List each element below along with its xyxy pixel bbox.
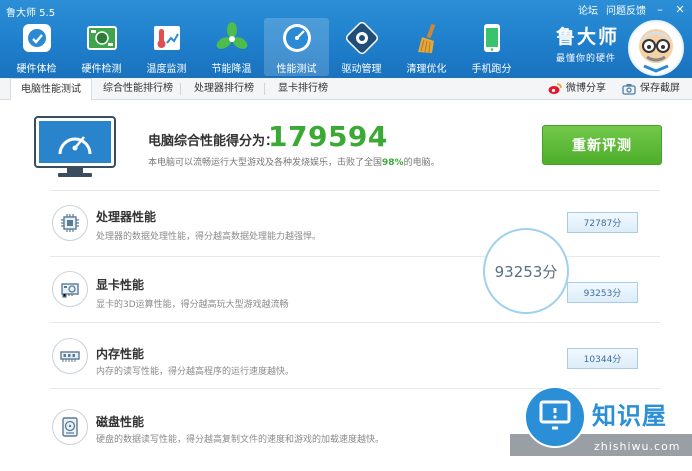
nav-performance-test[interactable]: 性能测试: [264, 18, 329, 76]
tab-gpu-ranking[interactable]: 显卡排行榜: [268, 78, 338, 100]
hardware-check-icon: [19, 20, 55, 56]
watermark-title: 知识屋: [592, 402, 667, 430]
camera-icon: [622, 84, 636, 95]
nav-temperature[interactable]: 温度监测: [134, 18, 199, 76]
cpu-chip-icon: [52, 205, 88, 241]
gpu-score-badge[interactable]: 93253分: [567, 282, 638, 303]
brand: 鲁大师 最懂你的硬件: [556, 22, 619, 64]
disk-performance-title: 磁盘性能: [96, 415, 145, 429]
weibo-share-button[interactable]: 微博分享: [548, 78, 606, 100]
gpu-performance-desc: 显卡的3D运算性能，得分越高玩大型游戏越流畅: [96, 300, 289, 310]
memory-performance-desc: 内存的读写性能，得分越高程序的运行速度越快。: [96, 367, 295, 377]
tab-separator: [264, 83, 265, 95]
row-divider: [50, 190, 660, 191]
nav-hardware-detect[interactable]: 硬件检测: [69, 18, 134, 76]
tab-overall-ranking[interactable]: 综合性能排行榜: [96, 78, 180, 100]
save-label: 保存截屏: [640, 83, 680, 94]
nav-label: 驱动管理: [341, 64, 382, 75]
broom-icon: [409, 20, 445, 56]
retest-button[interactable]: 重新评测: [542, 125, 662, 165]
nav-label: 性能测试: [276, 64, 317, 75]
tab-cpu-ranking[interactable]: 处理器排行榜: [184, 78, 264, 100]
nav-label: 硬件体检: [16, 64, 57, 75]
disk-performance-desc: 硬盘的数据读写性能，得分越高复制文件的速度和游戏的加载速度越快。: [96, 435, 385, 445]
brand-slogan: 最懂你的硬件: [556, 54, 617, 64]
nav-hardware-check[interactable]: 硬件体检: [4, 18, 69, 76]
app-window: 鲁大师 5.5 论坛 问题反馈 – ✕ 硬件体检 硬件检测 温度监测 节能降温 …: [0, 0, 692, 471]
memory-score-badge[interactable]: 10344分: [567, 348, 638, 369]
nav-label: 温度监测: [146, 64, 187, 75]
close-button[interactable]: ✕: [674, 3, 686, 16]
nav-label: 硬件检测: [81, 64, 122, 75]
hard-disk-icon: [52, 409, 88, 445]
monitor-gauge-icon: [34, 116, 116, 184]
forum-link[interactable]: 论坛: [578, 2, 598, 17]
memory-performance-title: 内存性能: [96, 347, 145, 361]
tab-pc-performance[interactable]: 电脑性能测试: [10, 78, 92, 101]
thermometer-icon: [149, 20, 185, 56]
watermark-url: zhishiwu.com: [594, 440, 681, 453]
row-divider: [50, 322, 660, 323]
feedback-link[interactable]: 问题反馈: [606, 2, 646, 17]
graphics-card-icon: [52, 271, 88, 307]
score-bubble: 93253分: [483, 228, 569, 314]
minimize-button[interactable]: –: [654, 3, 666, 16]
nav-driver-manage[interactable]: 驱动管理: [329, 18, 394, 76]
score-description: 本电脑可以流畅运行大型游戏及各种发烧娱乐，击败了全国98%的电脑。: [148, 155, 440, 168]
nav-cleanup[interactable]: 清理优化: [394, 18, 459, 76]
gear-driver-icon: [344, 20, 380, 56]
header-bar: 鲁大师 5.5 论坛 问题反馈 – ✕ 硬件体检 硬件检测 温度监测 节能降温 …: [0, 0, 692, 78]
phone-icon: [474, 20, 510, 56]
watermark-logo-icon: [524, 386, 586, 448]
app-title: 鲁大师 5.5: [6, 8, 56, 19]
score-label: 电脑综合性能得分为：: [148, 134, 279, 149]
main-nav: 硬件体检 硬件检测 温度监测 节能降温 性能测试 驱动管理 清理优化 手机跑分: [4, 18, 524, 76]
cpu-performance-desc: 处理器的数据处理性能，得分越高数据处理能力越强悍。: [96, 232, 322, 242]
nav-label: 手机跑分: [471, 64, 512, 75]
nav-power-saving[interactable]: 节能降温: [199, 18, 264, 76]
share-label: 微博分享: [566, 83, 606, 94]
circuit-board-icon: [84, 20, 120, 56]
window-links: 论坛 问题反馈 – ✕: [578, 2, 686, 17]
score-desc-prefix: 本电脑可以流畅运行大型游戏及各种发烧娱乐，击败了全国: [148, 158, 383, 168]
cpu-score-badge[interactable]: 72787分: [567, 212, 638, 233]
total-score: 179594: [268, 120, 388, 153]
tab-bar: 电脑性能测试 综合性能排行榜 处理器排行榜 显卡排行榜 微博分享 保存截屏: [0, 78, 692, 101]
save-screenshot-button[interactable]: 保存截屏: [622, 78, 680, 100]
nav-label: 节能降温: [211, 64, 252, 75]
brand-name: 鲁大师: [556, 26, 620, 48]
gpu-performance-title: 显卡性能: [96, 278, 145, 292]
nav-label: 清理优化: [406, 64, 447, 75]
tab-separator: [180, 83, 181, 95]
beat-percent: 98%: [382, 158, 404, 168]
row-divider: [50, 256, 660, 257]
watermark: 知识屋 zhishiwu.com: [510, 386, 692, 471]
nav-phone-benchmark[interactable]: 手机跑分: [459, 18, 524, 76]
score-desc-suffix: 的电脑。: [403, 158, 440, 168]
cpu-performance-title: 处理器性能: [96, 210, 157, 224]
fan-icon: [214, 20, 250, 56]
memory-stick-icon: [52, 338, 88, 374]
weibo-icon: [548, 83, 562, 94]
mascot-avatar: [628, 20, 684, 76]
gauge-icon: [279, 20, 315, 56]
